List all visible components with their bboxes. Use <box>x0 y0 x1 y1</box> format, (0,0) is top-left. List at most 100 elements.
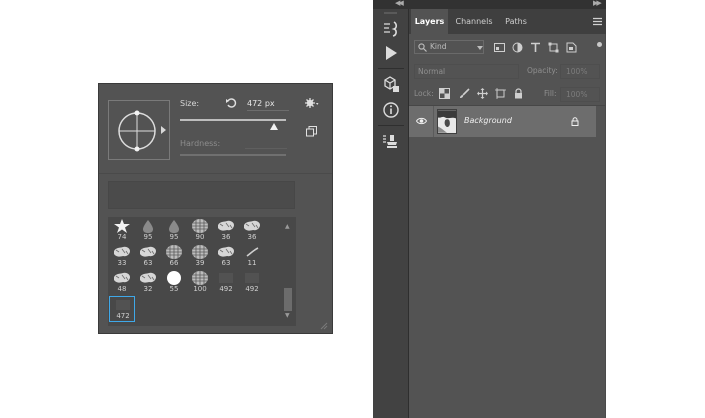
lock-all-icon[interactable] <box>513 88 524 99</box>
filter-kind-label: Kind <box>430 42 447 51</box>
brush-preset-splatter[interactable]: 32 <box>135 270 161 296</box>
layer-name[interactable]: Background <box>464 116 512 125</box>
filter-type-icon[interactable] <box>530 42 541 53</box>
brush-preset-size: 492 <box>245 285 259 293</box>
lock-image-icon[interactable] <box>459 88 470 99</box>
brush-preset-size: 95 <box>169 233 179 241</box>
search-icon <box>418 43 427 52</box>
brush-preset-splatter[interactable]: 33 <box>109 244 135 270</box>
size-value-field[interactable]: 472 px <box>247 99 289 111</box>
panel-dock <box>373 9 408 418</box>
panel-tab-bar: Layers Channels Paths <box>409 9 606 34</box>
brush-preset-texture[interactable]: 39 <box>187 244 213 270</box>
brush-tip-drop-icon <box>143 220 153 233</box>
panel-menu-icon[interactable] <box>593 17 602 26</box>
blend-mode-select[interactable]: Normal <box>414 64 519 79</box>
expand-right-icon[interactable]: ▶▶ <box>593 0 602 7</box>
brush-preset-size: 36 <box>221 233 231 241</box>
brush-preset-drop[interactable]: 95 <box>135 218 161 244</box>
filter-smart-object-icon[interactable] <box>566 42 577 53</box>
brush-preset-faint[interactable]: 492 <box>239 270 265 296</box>
brush-preset-size: 472 <box>116 312 130 320</box>
brush-settings-icon[interactable] <box>382 20 400 38</box>
brush-preset-size: 48 <box>117 285 127 293</box>
tab-channels[interactable]: Channels <box>449 9 499 34</box>
dock-grip[interactable] <box>384 12 397 14</box>
brush-preset-size: 492 <box>219 285 233 293</box>
brush-preset-faint[interactable]: 472 <box>109 296 135 322</box>
hardness-field[interactable] <box>245 148 287 149</box>
brush-tip-round-icon <box>167 271 181 285</box>
clone-source-icon[interactable] <box>382 133 400 151</box>
brush-preset-texture[interactable]: 66 <box>161 244 187 270</box>
filter-toggle[interactable] <box>597 42 602 47</box>
lock-artboard-icon[interactable] <box>495 88 506 99</box>
brush-tip-faint-icon <box>245 273 259 283</box>
size-label: Size: <box>180 99 200 108</box>
brush-tip-splatter-icon <box>218 220 234 231</box>
scrollbar-thumb[interactable] <box>284 288 292 311</box>
brush-preset-star[interactable]: 74 <box>109 218 135 244</box>
brush-preset-size: 63 <box>143 259 153 267</box>
reset-icon[interactable] <box>225 97 237 109</box>
scroll-up-icon[interactable]: ▲ <box>285 223 290 230</box>
brush-preset-splatter[interactable]: 36 <box>213 218 239 244</box>
filter-pixel-icon[interactable] <box>494 42 505 53</box>
panel-border <box>605 34 606 418</box>
info-icon[interactable] <box>382 101 400 119</box>
photoshop-panels: ◀◀ ▶▶ Layers Channels Paths Kind Normal … <box>373 0 606 418</box>
opacity-field[interactable]: 100% <box>560 64 600 79</box>
brush-tip-circle-icon <box>118 110 156 152</box>
gear-icon[interactable] <box>305 97 319 109</box>
brush-tip-star-icon <box>114 219 130 233</box>
fill-value: 100% <box>566 90 588 99</box>
layer-row-background[interactable]: Background <box>409 106 596 137</box>
brush-preset-size: 33 <box>117 259 127 267</box>
brush-preset-picker: Size: 472 px Hardness: 74 95 95 90 36 36 33 63 6… <box>98 83 333 334</box>
brush-preset-size: 100 <box>193 285 207 293</box>
brush-preset-size: 63 <box>221 259 231 267</box>
brush-preset-texture[interactable]: 90 <box>187 218 213 244</box>
collapse-left-icon[interactable]: ◀◀ <box>395 0 404 7</box>
tab-layers[interactable]: Layers <box>411 9 448 34</box>
brush-preset-stroke[interactable]: 11 <box>239 244 265 270</box>
tab-paths[interactable]: Paths <box>499 9 533 34</box>
brush-preset-drop[interactable]: 95 <box>161 218 187 244</box>
brush-tip-faint-icon <box>116 300 130 310</box>
lock-transparent-icon[interactable] <box>439 88 450 99</box>
eye-icon[interactable] <box>416 117 427 125</box>
brush-preset-faint[interactable]: 492 <box>213 270 239 296</box>
layer-thumbnail[interactable] <box>437 109 457 134</box>
3d-cube-icon[interactable] <box>382 75 400 93</box>
brush-preset-texture[interactable]: 100 <box>187 270 213 296</box>
size-slider-track[interactable] <box>180 119 286 121</box>
brush-preset-round[interactable]: 55 <box>161 270 187 296</box>
new-preset-icon[interactable] <box>306 126 317 137</box>
lock-position-icon[interactable] <box>477 88 488 99</box>
brush-preset-size: 11 <box>247 259 257 267</box>
hardness-slider-track[interactable] <box>180 154 286 156</box>
fill-field[interactable]: 100% <box>560 87 600 102</box>
brush-preset-splatter[interactable]: 63 <box>135 244 161 270</box>
brush-preset-splatter[interactable]: 36 <box>239 218 265 244</box>
resize-grip-icon[interactable] <box>318 320 328 330</box>
filter-shape-icon[interactable] <box>548 42 559 53</box>
panel-top-strip: ◀◀ ▶▶ <box>373 0 606 9</box>
fill-label: Fill: <box>544 89 557 98</box>
brush-preset-size: 32 <box>143 285 153 293</box>
filter-adjustment-icon[interactable] <box>512 42 523 53</box>
play-icon[interactable] <box>382 44 400 62</box>
scroll-down-icon[interactable]: ▼ <box>285 312 290 319</box>
size-slider-thumb[interactable] <box>270 123 278 130</box>
brush-tip-splatter-icon <box>140 272 156 283</box>
brush-tip-texture-icon <box>166 245 182 259</box>
brush-search-bar[interactable] <box>108 181 295 209</box>
brush-preset-splatter[interactable]: 48 <box>109 270 135 296</box>
brush-preset-grid: 74 95 95 90 36 36 33 63 66 39 63 11 48 32 55 100 492 492 4… <box>108 217 296 326</box>
brush-tip-faint-icon <box>219 273 233 283</box>
layer-filter-kind-select[interactable]: Kind <box>414 40 484 54</box>
brush-tip-stroke-icon <box>246 247 259 257</box>
lock-icon[interactable] <box>571 117 579 126</box>
brush-preset-splatter[interactable]: 63 <box>213 244 239 270</box>
brush-tip-texture-icon <box>192 271 208 285</box>
